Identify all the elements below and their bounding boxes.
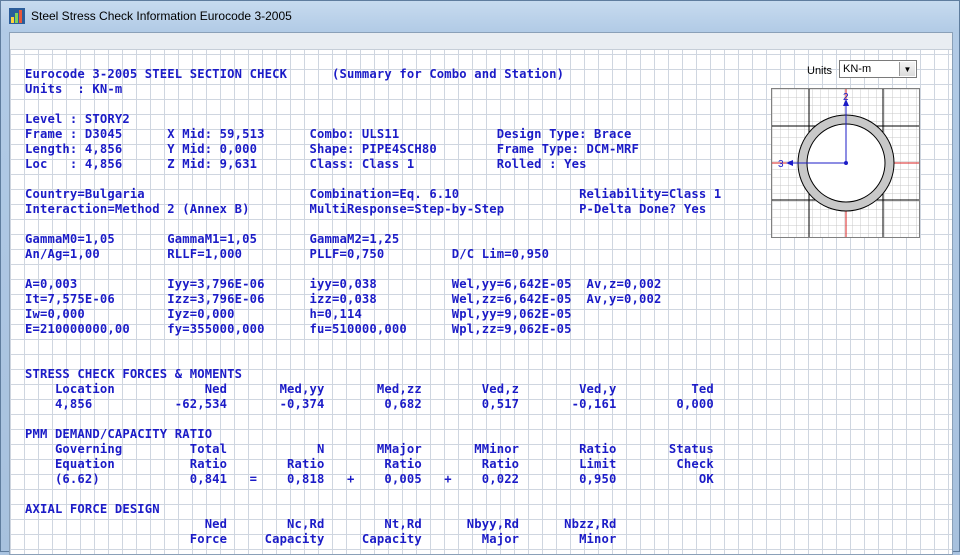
report-line xyxy=(25,412,721,427)
axis-2-label: 2 xyxy=(843,92,849,103)
report-line xyxy=(25,172,721,187)
report-line: Length: 4,856 Y Mid: 0,000 Shape: PIPE4S… xyxy=(25,142,639,156)
report-line xyxy=(25,352,721,367)
report-line: AXIAL FORCE DESIGN xyxy=(25,502,160,516)
report-line: STRESS CHECK FORCES & MOMENTS xyxy=(25,367,243,381)
report-line: 4,856 -62,534 -0,374 0,682 0,517 -0,161 … xyxy=(25,397,714,411)
chevron-down-icon[interactable]: ▼ xyxy=(899,62,915,76)
title-bar[interactable]: Steel Stress Check Information Eurocode … xyxy=(1,1,959,31)
report-line: It=7,575E-06 Izz=3,796E-06 izz=0,038 Wel… xyxy=(25,292,662,306)
report-line: An/Ag=1,00 RLLF=1,000 PLLF=0,750 D/C Lim… xyxy=(25,247,550,261)
units-label: Units xyxy=(807,65,833,77)
units-selected-value: KN-m xyxy=(843,63,872,75)
report-line: E=210000000,00 fy=355000,000 fu=510000,0… xyxy=(25,322,572,336)
app-window: Steel Stress Check Information Eurocode … xyxy=(0,0,960,555)
report-line: Frame : D3045 X Mid: 59,513 Combo: ULS11… xyxy=(25,127,632,141)
pipe-section-drawing: 2 3 xyxy=(772,89,919,237)
report-line xyxy=(25,337,721,352)
report-line: Loc : 4,856 Z Mid: 9,631 Class: Class 1 … xyxy=(25,157,587,171)
report-line xyxy=(25,217,721,232)
report-line: Iw=0,000 Iyz=0,000 h=0,114 Wpl,yy=9,062E… xyxy=(25,307,572,321)
report-line: Equation Ratio Ratio Ratio Ratio Limit C… xyxy=(25,457,714,471)
report-line: Level : STORY2 xyxy=(25,112,130,126)
report-line: Force Capacity Capacity Major Minor xyxy=(25,532,617,546)
report-line: Eurocode 3-2005 STEEL SECTION CHECK (Sum… xyxy=(25,67,565,81)
app-icon xyxy=(9,8,25,24)
report-line xyxy=(25,262,721,277)
report-line: Ned Nc,Rd Nt,Rd Nbyy,Rd Nbzz,Rd xyxy=(25,517,617,531)
report-line xyxy=(25,487,721,502)
report-line: PMM DEMAND/CAPACITY RATIO xyxy=(25,427,213,441)
report-line: GammaM0=1,05 GammaM1=1,05 GammaM2=1,25 xyxy=(25,232,400,246)
report-line: Governing Total N MMajor MMinor Ratio St… xyxy=(25,442,714,456)
report-line: A=0,003 Iyy=3,796E-06 iyy=0,038 Wel,yy=6… xyxy=(25,277,662,291)
report-line: Location Ned Med,yy Med,zz Ved,z Ved,y T… xyxy=(25,382,714,396)
units-dropdown[interactable]: KN-m ▼ xyxy=(839,60,917,78)
axis-3-label: 3 xyxy=(778,159,784,170)
window-title: Steel Stress Check Information Eurocode … xyxy=(31,9,292,23)
report-line: Interaction=Method 2 (Annex B) MultiResp… xyxy=(25,202,707,216)
report-line: Country=Bulgaria Combination=Eq. 6.10 Re… xyxy=(25,187,722,201)
section-preview: 2 3 xyxy=(771,88,920,238)
top-strip xyxy=(10,33,952,50)
report-panel: Eurocode 3-2005 STEEL SECTION CHECK (Sum… xyxy=(9,32,953,555)
report-line: Units : KN-m xyxy=(25,82,123,96)
report-line: (6.62) 0,841 = 0,818 + 0,005 + 0,022 0,9… xyxy=(25,472,714,486)
stress-check-report: Eurocode 3-2005 STEEL SECTION CHECK (Sum… xyxy=(25,67,721,547)
report-line xyxy=(25,97,721,112)
